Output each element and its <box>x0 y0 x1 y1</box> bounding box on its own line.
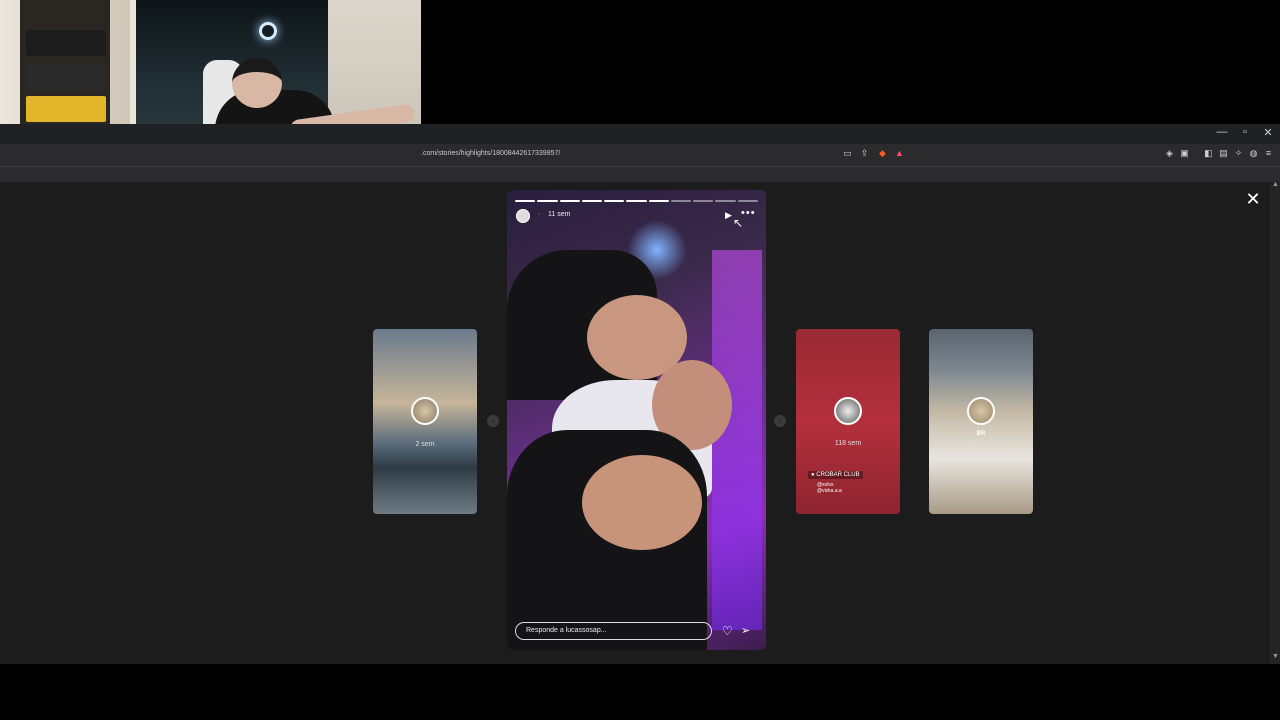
ring-light <box>259 22 277 40</box>
story-author-avatar[interactable] <box>516 209 530 223</box>
story-avatar <box>834 397 862 425</box>
like-icon[interactable]: ♡ <box>722 624 733 638</box>
title-bar: — ▫ ✕ <box>0 124 1280 144</box>
puzzle-icon[interactable]: ✧ <box>1234 149 1243 158</box>
send-icon[interactable]: ➢ <box>741 624 750 637</box>
scroll-up-icon[interactable]: ▲ <box>1272 181 1279 188</box>
neon-light <box>712 250 762 630</box>
story-progress-bar <box>515 200 758 202</box>
progress-segment <box>693 200 714 202</box>
url-text[interactable]: .com/stories/highlights/1800844261733985… <box>421 150 560 157</box>
mention-tag: @vizka.a.a <box>817 488 842 494</box>
maximize-button[interactable]: ▫ <box>1237 126 1253 138</box>
menu-icon[interactable]: ≡ <box>1264 149 1273 158</box>
progress-segment <box>737 200 758 202</box>
share-icon[interactable]: ⇪ <box>860 149 869 158</box>
story-avatar <box>411 397 439 425</box>
progress-segment <box>626 200 647 202</box>
progress-segment <box>537 200 558 202</box>
next-story-icon[interactable]: › <box>774 415 786 427</box>
progress-segment <box>559 200 580 202</box>
mouse-cursor-icon: ↖ <box>733 216 744 230</box>
wallet-icon[interactable]: ▤ <box>1219 149 1228 158</box>
play-icon[interactable]: ▶ <box>725 210 732 221</box>
previous-story-icon[interactable]: ‹ <box>487 415 499 427</box>
streamer-head <box>232 58 282 108</box>
progress-segment <box>581 200 603 202</box>
brave-shield-icon[interactable]: ◆ <box>878 149 887 158</box>
more-options-icon[interactable]: ••• <box>741 207 756 219</box>
shoe-box <box>26 64 106 90</box>
screenshot-icon[interactable]: ▣ <box>1180 149 1189 158</box>
story-avatar <box>967 397 995 425</box>
extensions-icon[interactable]: ◈ <box>1165 149 1174 158</box>
sidebar-icon[interactable]: ◧ <box>1204 149 1213 158</box>
story-time: 11 sem <box>548 211 571 218</box>
story-time: 2 sem <box>415 441 435 448</box>
bookmarks-bar <box>0 166 1280 183</box>
shoe-box <box>26 30 106 56</box>
shoe-box <box>26 96 106 122</box>
separator: · <box>538 211 541 218</box>
reply-placeholder: Responde a lucassosap... <box>526 627 607 634</box>
progress-segment <box>515 200 536 202</box>
address-bar[interactable]: .com/stories/highlights/1800844261733985… <box>0 144 1280 166</box>
person-face <box>582 455 702 550</box>
story-username: BR <box>976 431 986 437</box>
reply-input[interactable]: Responde a lucassosap... <box>515 622 712 640</box>
story-preview[interactable]: 118 sem ● CROBAR CLUB @solvx @vizka.a.a <box>796 329 900 514</box>
scrollbar[interactable] <box>1270 182 1280 664</box>
progress-segment <box>715 200 736 202</box>
rewards-icon[interactable]: ▲ <box>895 149 904 158</box>
story-time: 423 sem <box>967 440 995 447</box>
close-window-button[interactable]: ✕ <box>1260 126 1276 139</box>
active-story[interactable]: · 11 sem ▶ ••• Responde a lucassosap... … <box>507 190 766 650</box>
close-icon[interactable]: ✕ <box>1244 190 1262 208</box>
progress-segment <box>670 200 692 202</box>
vpn-icon[interactable]: ◍ <box>1249 149 1258 158</box>
story-preview[interactable]: BR 423 sem <box>929 329 1033 514</box>
minimize-button[interactable]: — <box>1214 126 1230 138</box>
story-preview[interactable]: 2 sem <box>373 329 477 514</box>
progress-segment <box>604 200 625 202</box>
cast-icon[interactable]: ▭ <box>843 149 852 158</box>
story-time: 118 sem <box>834 440 862 447</box>
location-tag: ● CROBAR CLUB <box>808 471 863 479</box>
progress-segment <box>648 200 669 202</box>
scroll-down-icon[interactable]: ▼ <box>1272 653 1279 660</box>
